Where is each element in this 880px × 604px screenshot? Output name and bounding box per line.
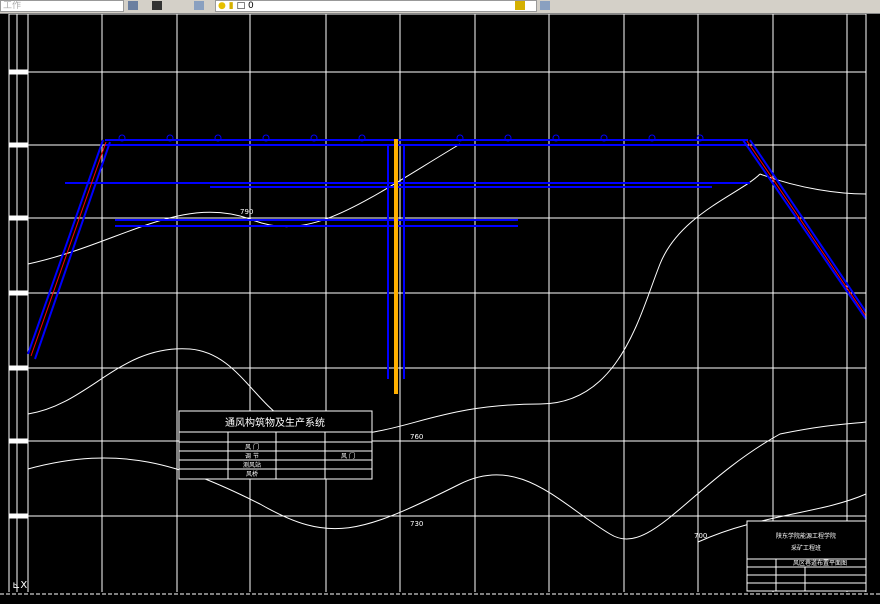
workspace-settings-icon[interactable] bbox=[128, 1, 138, 10]
toolbar: 工作 ● ▮ □ 0 bbox=[0, 0, 880, 14]
workspace-dropdown[interactable]: 工作 bbox=[0, 0, 124, 12]
legend-item: 风 门 bbox=[341, 452, 355, 460]
legend-item: 测风站 bbox=[243, 461, 261, 469]
ruler-tick bbox=[8, 215, 28, 221]
belt-right bbox=[746, 140, 867, 317]
light-bulb-icon[interactable]: ● bbox=[218, 1, 226, 11]
contour-label: 730 bbox=[410, 520, 423, 528]
school-name: 陕东学院能源工程学院 bbox=[776, 532, 836, 540]
ruler-tick bbox=[8, 290, 28, 296]
legend-item: 风 门 bbox=[245, 443, 259, 451]
contour-lines bbox=[27, 143, 867, 543]
layer-tool-icon[interactable] bbox=[515, 1, 525, 10]
contour-730 bbox=[27, 421, 867, 540]
color-square-icon: □ bbox=[236, 1, 246, 11]
drawing-border bbox=[8, 14, 867, 595]
ruler-tick bbox=[8, 142, 28, 148]
ruler-tick bbox=[8, 513, 28, 519]
layer-name: 0 bbox=[247, 1, 254, 11]
drawing-name: 风区巷道布置平面图 bbox=[793, 559, 847, 567]
roadways bbox=[27, 139, 867, 379]
incline-right bbox=[742, 139, 867, 320]
ruler-tick bbox=[8, 69, 28, 75]
contour-label: 790 bbox=[240, 208, 253, 216]
class-name: 采矿工程班 bbox=[791, 544, 821, 552]
contour-label: 760 bbox=[410, 433, 423, 441]
layer-states-icon[interactable] bbox=[540, 1, 550, 10]
contour-label: 700 bbox=[694, 532, 707, 540]
legend-title: 通风构筑物及生产系统 bbox=[225, 416, 325, 429]
title-block: 陕东学院能源工程学院 采矿工程班 风区巷道布置平面图 bbox=[746, 520, 867, 592]
ruler-tick bbox=[8, 438, 28, 444]
lock-icon[interactable]: ▮ bbox=[229, 1, 234, 11]
layer-dropdown[interactable]: ● ▮ □ 0 bbox=[215, 0, 537, 12]
legend-table: 通风构筑物及生产系统 风 门 调 节 测风站 风桥 风 门 bbox=[178, 410, 373, 480]
belt-left bbox=[30, 141, 107, 357]
grid-lines bbox=[8, 14, 866, 594]
ruler-tick bbox=[8, 365, 28, 371]
incline-left bbox=[27, 139, 104, 355]
toolbar-button-icon[interactable] bbox=[152, 1, 162, 10]
drawing-canvas[interactable]: 790 760 730 700 通风构筑物及生产系统 风 门 调 节 测风站 风… bbox=[0, 14, 880, 604]
legend-item: 风桥 bbox=[246, 470, 258, 478]
layer-properties-icon[interactable] bbox=[194, 1, 204, 10]
ucs-icon: ⊾X bbox=[12, 580, 27, 591]
legend-item: 调 节 bbox=[245, 452, 259, 460]
